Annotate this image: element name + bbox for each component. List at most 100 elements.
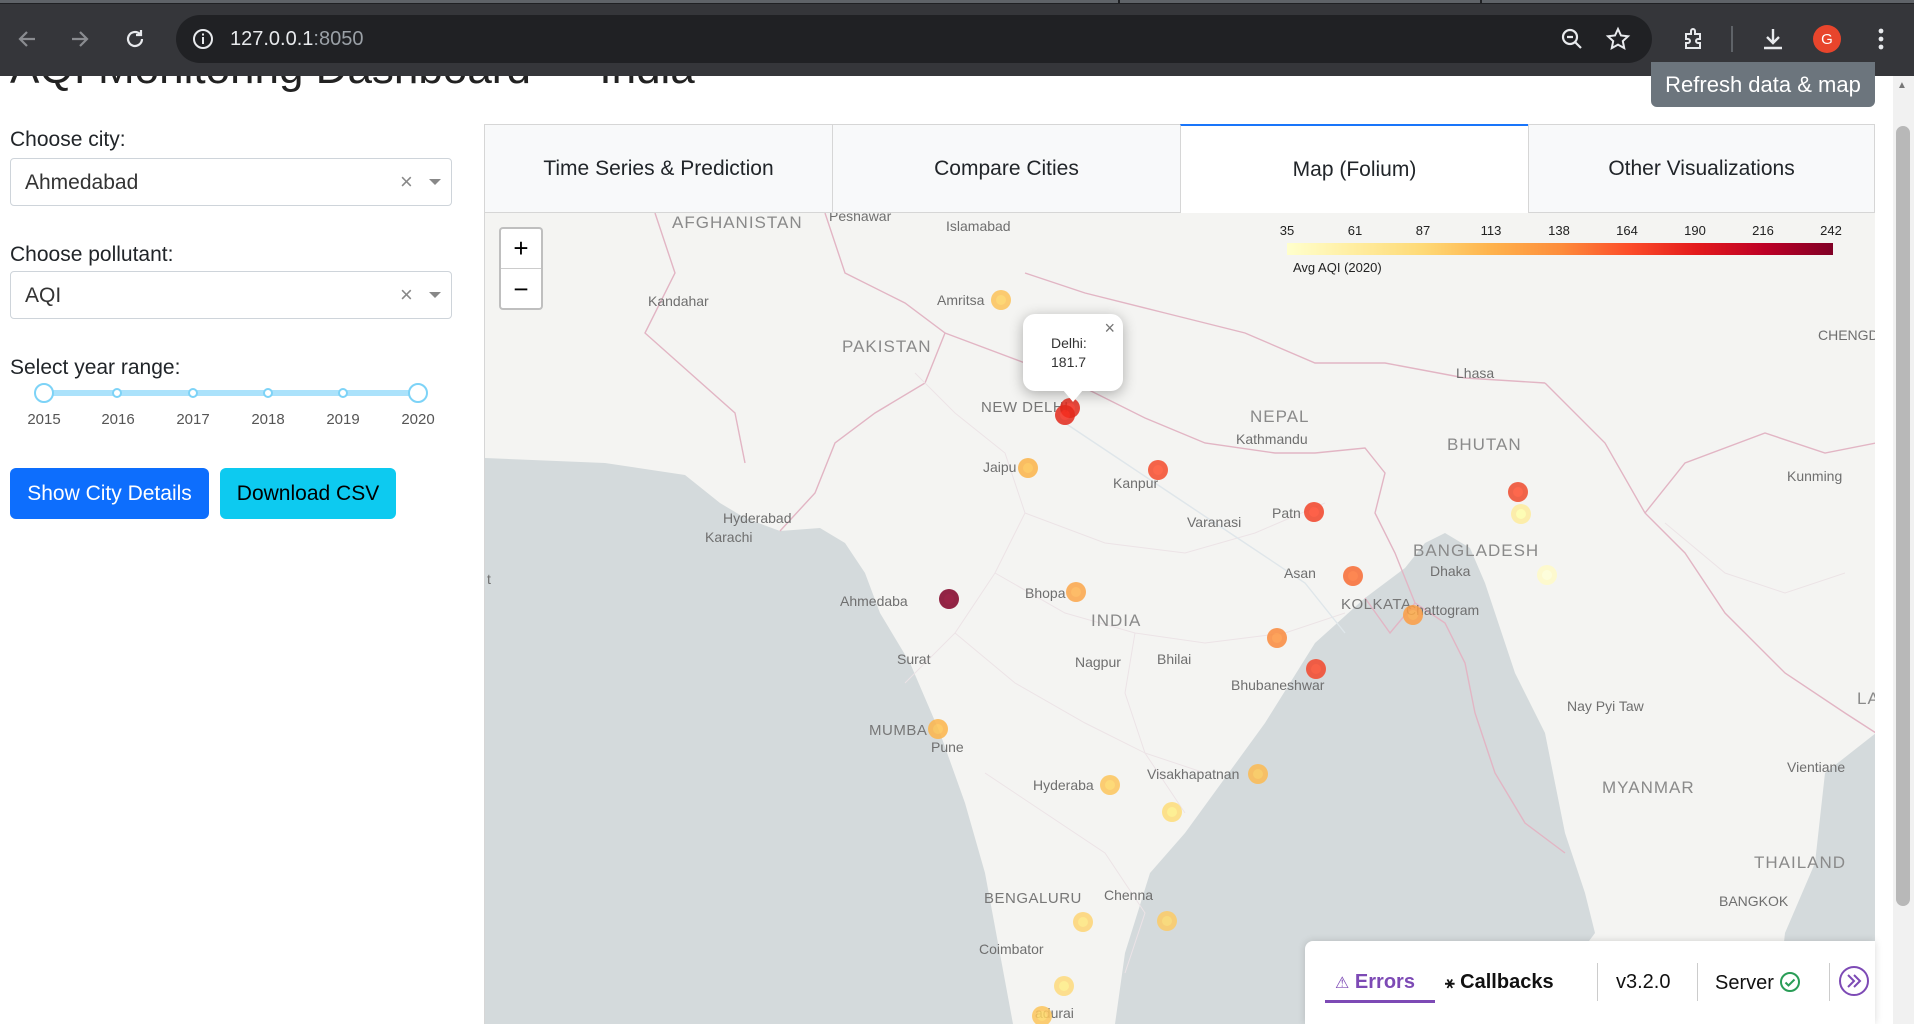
map-label: Dhaka — [1430, 563, 1471, 579]
city-marker[interactable] — [1032, 1006, 1052, 1024]
download-csv-button[interactable]: Download CSV — [220, 468, 396, 519]
close-icon[interactable]: × — [1104, 318, 1115, 339]
map-label: Varanasi — [1187, 514, 1242, 530]
legend-tick: 190 — [1684, 223, 1706, 238]
city-marker[interactable] — [1306, 659, 1326, 679]
map-popup: Delhi: 181.7 × — [1023, 314, 1123, 402]
bookmark-star-icon[interactable] — [1604, 25, 1632, 53]
slider-step-dot — [338, 388, 348, 398]
city-marker[interactable] — [1511, 504, 1531, 524]
forward-icon[interactable] — [63, 22, 97, 56]
back-icon[interactable] — [10, 22, 44, 56]
zoom-icon[interactable] — [1558, 25, 1586, 53]
popup-tip — [1063, 390, 1083, 402]
refresh-button[interactable]: Refresh data & map — [1651, 62, 1875, 107]
server-status[interactable]: Server — [1715, 971, 1801, 995]
callbacks-tab[interactable]: ⚹ Callbacks — [1445, 971, 1554, 994]
scrollbar-thumb[interactable] — [1896, 126, 1910, 906]
reload-icon[interactable] — [118, 22, 152, 56]
slider-handle-start[interactable] — [34, 383, 54, 403]
city-marker[interactable] — [1054, 976, 1074, 996]
map-label: Jaipu — [983, 459, 1017, 475]
scroll-up-icon[interactable]: ▲ — [1897, 80, 1907, 91]
tab-time-series[interactable]: Time Series & Prediction — [484, 124, 833, 213]
errors-tab[interactable]: ⚠ Errors — [1335, 971, 1415, 994]
city-marker[interactable] — [1267, 628, 1287, 648]
zoom-control: + − — [499, 227, 543, 310]
collapse-icon[interactable] — [1838, 965, 1870, 1003]
chevron-down-icon[interactable] — [429, 179, 441, 185]
slider-handle-end[interactable] — [408, 383, 428, 403]
map-label: Coimbator — [979, 941, 1044, 957]
slider-mark: 2019 — [326, 411, 360, 428]
legend-tick: 242 — [1820, 223, 1842, 238]
slider-step-dot — [188, 388, 198, 398]
map-label: BHUTAN — [1447, 435, 1522, 454]
city-marker[interactable] — [1162, 802, 1182, 822]
folium-map[interactable]: + − AFGHANISTAN Peshawar Islamabad Kanda… — [484, 213, 1875, 1024]
browser-tab[interactable] — [1482, 0, 1914, 3]
popup-text: Delhi: 181.7 — [1051, 335, 1087, 370]
city-marker[interactable] — [928, 719, 948, 739]
city-marker[interactable] — [991, 290, 1011, 310]
zoom-in-button[interactable]: + — [501, 229, 541, 269]
tab-map-folium[interactable]: Map (Folium) — [1180, 124, 1529, 213]
map-label: BANGLADESH — [1413, 541, 1540, 560]
callbacks-icon: ⚹ — [1445, 975, 1455, 992]
city-marker[interactable] — [1100, 775, 1120, 795]
legend-tick: 87 — [1415, 223, 1431, 238]
clear-icon[interactable]: × — [400, 282, 413, 308]
profile-avatar[interactable]: G — [1813, 25, 1841, 53]
map-label: Lhasa — [1456, 365, 1495, 381]
city-marker[interactable] — [939, 589, 959, 609]
city-marker[interactable] — [1066, 582, 1086, 602]
city-marker[interactable] — [1157, 911, 1177, 931]
slider-step-dot — [263, 388, 273, 398]
clear-icon[interactable]: × — [400, 169, 413, 195]
city-label: Choose city: — [10, 128, 126, 151]
city-marker[interactable] — [1343, 566, 1363, 586]
map-label: LA — [1857, 689, 1875, 708]
tab-other-visualizations[interactable]: Other Visualizations — [1528, 124, 1875, 213]
zoom-out-button[interactable]: − — [501, 269, 541, 309]
year-range-slider-track[interactable] — [43, 390, 418, 396]
toolbar-divider — [1731, 26, 1733, 52]
city-marker[interactable] — [1248, 764, 1268, 784]
city-marker[interactable] — [1073, 912, 1093, 932]
browser-tab[interactable] — [0, 0, 1118, 3]
pollutant-dropdown-value: AQI — [25, 284, 62, 307]
city-dropdown[interactable]: Ahmedabad × — [10, 158, 452, 206]
legend-color-bar — [1287, 243, 1833, 255]
show-city-details-button[interactable]: Show City Details — [10, 468, 209, 519]
address-bar[interactable]: 127.0.0.1:8050 — [176, 15, 1652, 63]
city-marker[interactable] — [1403, 605, 1423, 625]
site-info-icon[interactable] — [190, 26, 216, 52]
chevron-down-icon[interactable] — [429, 292, 441, 298]
tab-bar: Time Series & Prediction Compare Cities … — [484, 124, 1875, 213]
city-marker[interactable] — [1508, 482, 1528, 502]
map-label: Karachi — [705, 529, 753, 545]
download-icon[interactable] — [1756, 22, 1790, 56]
slider-mark: 2020 — [401, 411, 435, 428]
city-marker[interactable] — [1148, 460, 1168, 480]
pollutant-dropdown[interactable]: AQI × — [10, 271, 452, 319]
city-marker[interactable] — [1304, 502, 1324, 522]
city-marker[interactable] — [1055, 405, 1075, 425]
url-text: 127.0.0.1:8050 — [230, 28, 364, 50]
map-label: Ahmedaba — [840, 593, 908, 609]
browser-tab[interactable] — [1120, 0, 1480, 3]
map-label: NEPAL — [1250, 407, 1310, 426]
map-label: Pune — [931, 739, 964, 755]
tab-compare-cities[interactable]: Compare Cities — [832, 124, 1181, 213]
legend-caption: Avg AQI (2020) — [1293, 260, 1382, 275]
map-label: Islamabad — [946, 218, 1011, 234]
pollutant-label: Choose pollutant: — [10, 243, 174, 266]
map-label: Hyderaba — [1033, 777, 1094, 793]
menu-kebab-icon[interactable] — [1864, 22, 1898, 56]
extensions-icon[interactable] — [1677, 22, 1711, 56]
city-dropdown-value: Ahmedabad — [25, 171, 139, 194]
city-marker[interactable] — [1018, 458, 1038, 478]
legend-tick: 35 — [1279, 223, 1295, 238]
map-label: Bhubaneshwar — [1231, 677, 1325, 693]
city-marker[interactable] — [1537, 565, 1557, 585]
